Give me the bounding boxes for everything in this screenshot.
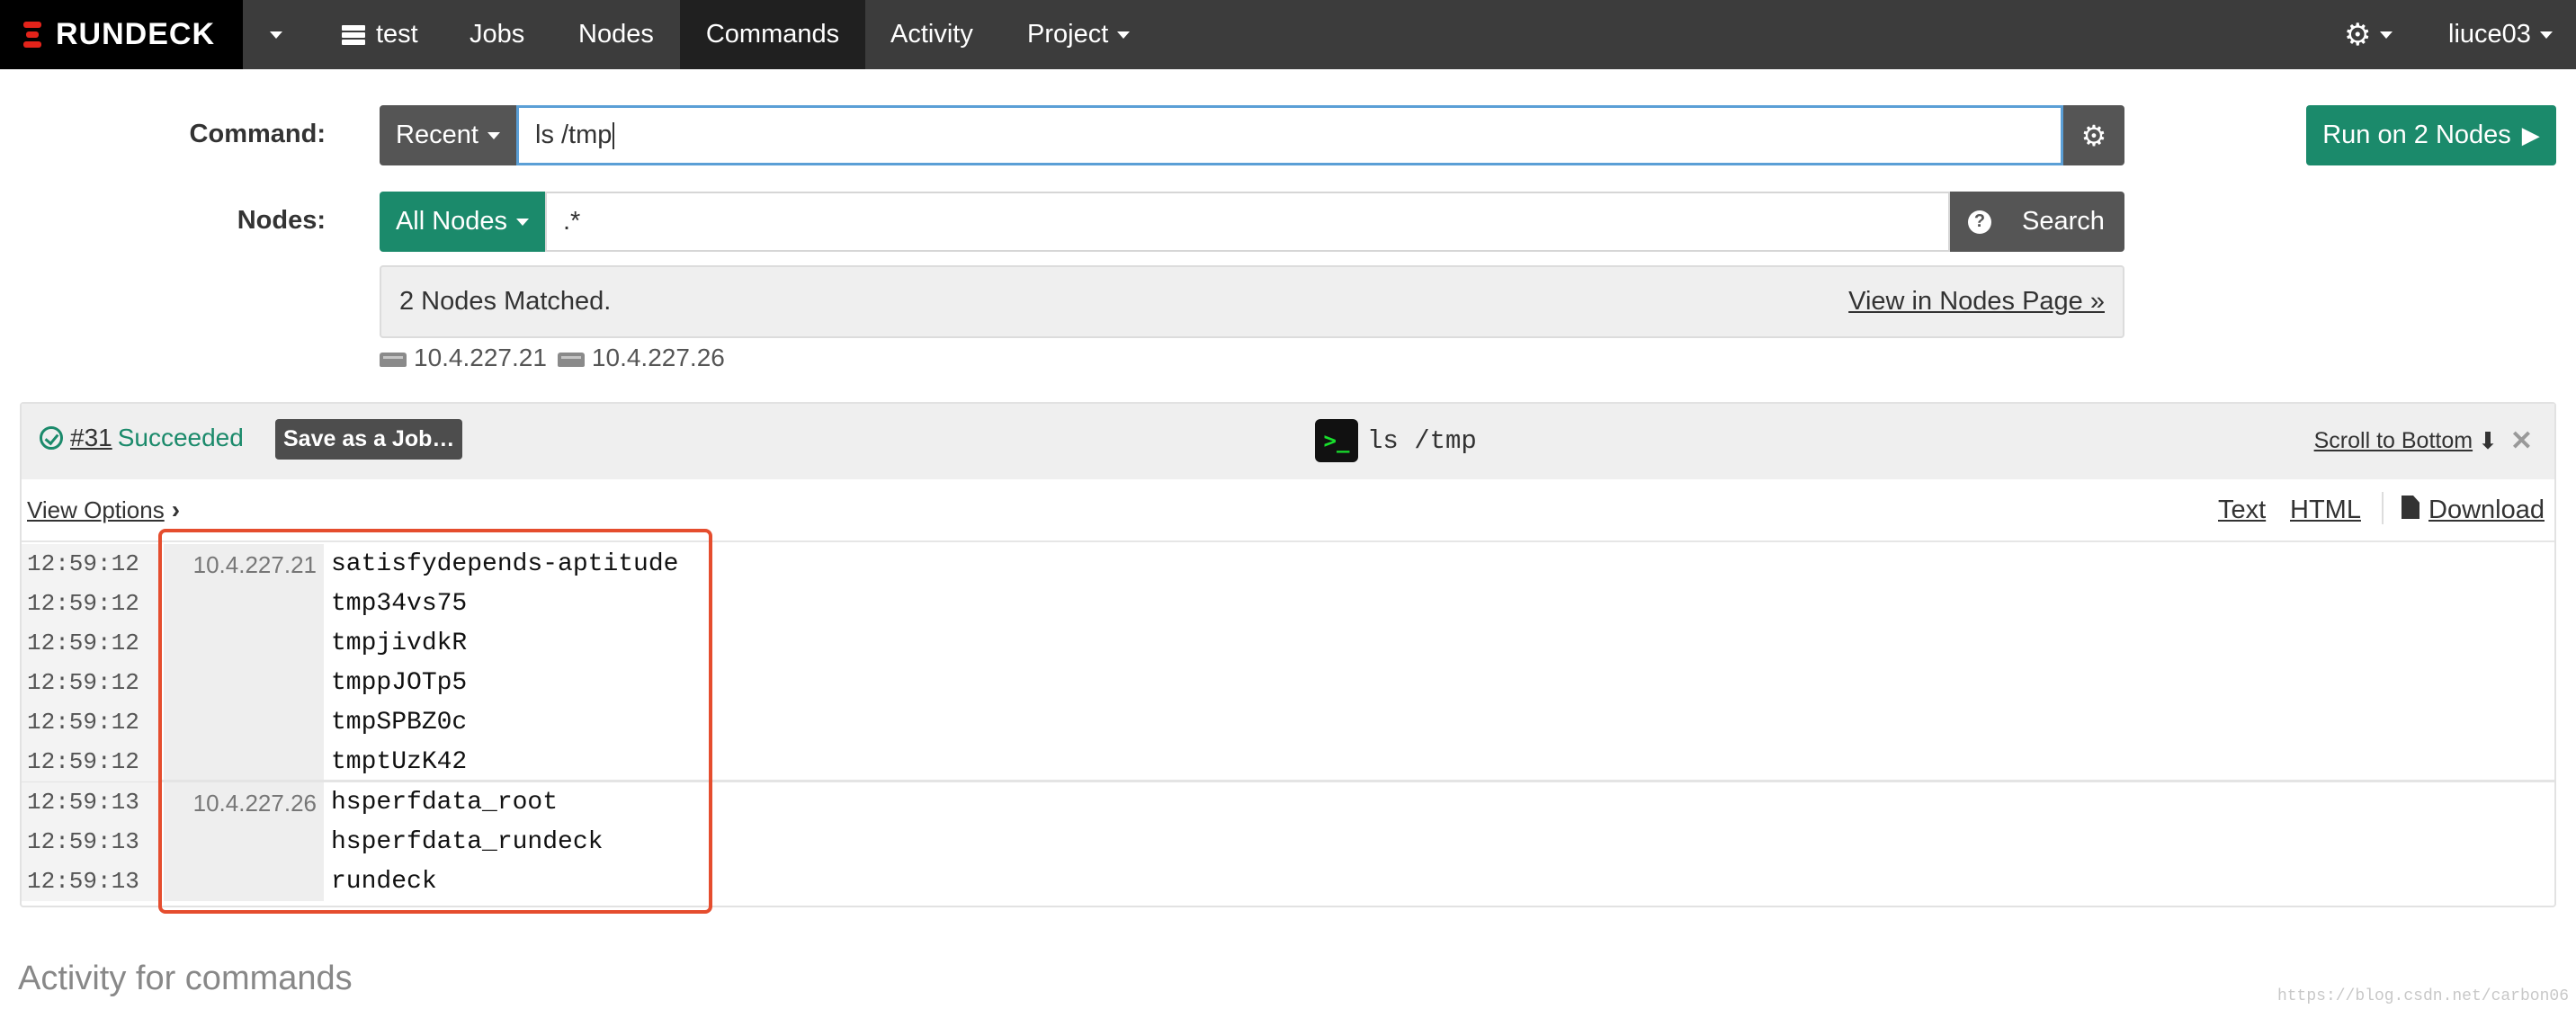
terminal-icon: >_ [1315,419,1358,462]
top-navbar: RUNDECK test Jobs Nodes Commands Activit… [0,0,2576,69]
rundeck-logo-icon [23,20,43,50]
watermark: https://blog.csdn.net/carbon06 [2276,987,2569,1005]
nav-project-menu[interactable]: Project [1027,0,1131,69]
log-time: 12:59:12 [22,742,162,781]
download-link[interactable]: Download [2428,496,2545,525]
view-in-nodes-page-link[interactable]: View in Nodes Page » [1848,287,2105,317]
search-button-label: Search [2022,207,2105,236]
log-time: 12:59:12 [22,623,162,663]
gear-icon: ⚙ [2344,17,2372,52]
file-icon [2402,496,2419,519]
chevron-right-icon: › [171,496,181,523]
text-cursor [613,121,615,149]
log-time: 12:59:12 [22,702,162,742]
caret-down-icon [270,31,282,39]
execution-status-text: Succeeded [117,424,244,451]
node-filter-input[interactable]: .* [545,192,1950,252]
user-name: liuce03 [2448,20,2531,49]
nodes-label: Nodes: [237,206,326,235]
execution-status: #31 Succeeded [40,424,244,452]
brand-logo[interactable]: RUNDECK [0,0,243,69]
execution-header: #31 Succeeded Save as a Job… >_ ls /tmp … [22,404,2554,479]
nav-project-home[interactable]: test [342,0,418,69]
view-options-label: View Options [27,496,165,523]
nav-jobs[interactable]: Jobs [470,0,524,69]
run-button-label: Run on 2 Nodes [2322,121,2511,149]
gear-icon: ⚙ [2080,119,2107,152]
brand-dropdown-toggle[interactable] [270,0,282,69]
scroll-controls: Scroll to Bottom ⬇ ✕ [2314,425,2533,457]
nav-nodes[interactable]: Nodes [578,0,654,69]
annotation-highlight-box [158,529,712,914]
nodes-matched-banner: 2 Nodes Matched. View in Nodes Page » [380,265,2124,338]
format-html-link[interactable]: HTML [2290,496,2361,525]
recent-label: Recent [396,121,479,149]
format-divider [2382,492,2384,524]
matched-node[interactable]: 10.4.227.26 [592,344,725,372]
node-icon [557,353,585,367]
play-icon: ▶ [2521,121,2540,148]
run-button[interactable]: Run on 2 Nodes ▶ [2306,105,2556,165]
check-circle-icon [40,426,63,450]
log-time: 12:59:12 [22,584,162,623]
nav-activity[interactable]: Activity [890,0,973,69]
log-time: 12:59:12 [22,544,162,584]
node-icon [380,353,407,367]
nav-project-label: Project [1027,20,1109,49]
nav-commands-label: Commands [705,20,840,49]
activity-section-title: Activity for commands [18,960,353,997]
log-time: 12:59:13 [22,862,162,901]
close-icon[interactable]: ✕ [2510,425,2533,457]
caret-down-icon [516,218,530,226]
save-as-job-button[interactable]: Save as a Job… [275,419,463,460]
all-nodes-button[interactable]: All Nodes [380,192,545,252]
log-time: 12:59:12 [22,663,162,702]
settings-menu[interactable]: ⚙ [2344,0,2393,69]
nav-nodes-label: Nodes [578,20,654,49]
server-icon [342,24,365,45]
caret-down-icon [487,131,500,139]
scroll-to-bottom-link[interactable]: Scroll to Bottom [2314,428,2473,454]
command-input[interactable]: ls /tmp [516,105,2063,165]
caret-down-icon [1117,31,1131,39]
command-label: Command: [189,120,326,148]
view-options-toggle[interactable]: View Options › [27,496,180,524]
executed-command-text: ls /tmp [1367,425,1477,456]
search-nodes-button[interactable]: ? Search [1950,192,2124,252]
format-text-link[interactable]: Text [2218,496,2266,525]
log-time: 12:59:13 [22,822,162,862]
all-nodes-label: All Nodes [395,207,508,236]
nodes-matched-text: 2 Nodes Matched. [399,287,612,316]
matched-node-list: 10.4.227.21 10.4.227.26 [380,342,725,374]
node-filter-value: .* [563,207,581,236]
executed-command: >_ ls /tmp [1315,419,1477,462]
arrow-down-icon: ⬇ [2478,427,2498,454]
execution-number-link[interactable]: #31 [70,424,112,452]
command-input-value: ls /tmp [535,121,613,149]
question-circle-icon: ? [1968,210,1991,234]
brand-name: RUNDECK [56,17,215,51]
matched-node[interactable]: 10.4.227.21 [414,344,547,372]
nav-project-name: test [376,20,418,49]
command-options-button[interactable]: ⚙ [2063,105,2124,165]
recent-commands-button[interactable]: Recent [380,105,516,165]
caret-down-icon [2380,31,2393,39]
nav-jobs-label: Jobs [470,20,525,49]
caret-down-icon [2539,31,2553,39]
nav-commands[interactable]: Commands [680,0,865,69]
user-menu[interactable]: liuce03 [2448,0,2553,69]
nav-activity-label: Activity [890,20,973,49]
log-time: 12:59:13 [22,782,162,822]
